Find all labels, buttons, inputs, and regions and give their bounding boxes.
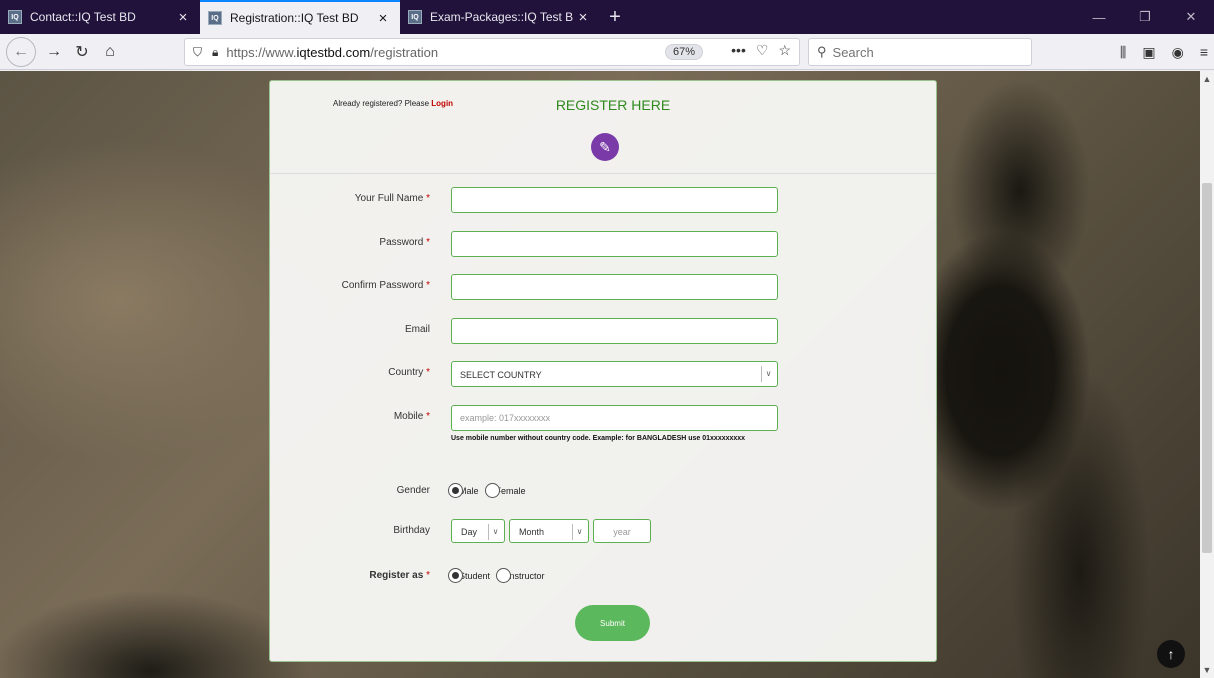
gender-row: Gender Male Female [270, 479, 936, 505]
home-button-icon[interactable]: ⌂ [96, 38, 124, 66]
birthday-label: Birthday [393, 525, 430, 536]
role-student-radio[interactable] [448, 568, 463, 583]
toolbar-right: ⫼ ▣ ◉ ≡ [1120, 38, 1208, 66]
sidebar-icon[interactable]: ▣ [1142, 44, 1155, 61]
url-bar[interactable]: ⛉ 🔒︎ https://www. iqtestbd.com/registrati… [184, 38, 800, 66]
country-value: SELECT COUNTRY [460, 370, 542, 380]
edit-icon: ✎ [591, 133, 619, 161]
email-field[interactable] [451, 318, 778, 344]
tab-contact[interactable]: IQ Contact::IQ Test BD × [0, 0, 200, 34]
library-icon[interactable]: ⫼ [1120, 44, 1126, 61]
page-title: REGISTER HERE [555, 97, 671, 113]
submit-button[interactable]: Submit [575, 605, 650, 641]
role-instructor-radio[interactable] [496, 568, 512, 583]
reload-button-icon[interactable]: ↻ [68, 38, 96, 66]
account-icon[interactable]: ◉ [1172, 44, 1184, 61]
confirm-password-row: Confirm Password * [270, 274, 936, 300]
register-as-label: Register as * [369, 570, 430, 581]
chevron-down-icon: ∨ [761, 366, 775, 382]
mobile-hint: Use mobile number without country code. … [451, 435, 746, 442]
scroll-to-top-button[interactable]: ↑ [1157, 640, 1185, 668]
country-select[interactable]: SELECT COUNTRY ∨ [451, 361, 778, 387]
site-favicon-icon: IQ [8, 10, 22, 24]
day-value: Day [461, 527, 478, 537]
password-label: Password * [379, 237, 430, 248]
chevron-down-icon: ∨ [572, 524, 586, 540]
tab-bar: IQ Contact::IQ Test BD × IQ Registration… [0, 0, 1214, 34]
scroll-down-icon[interactable]: ▼ [1200, 665, 1214, 675]
email-label: Email [404, 324, 430, 335]
gender-label: Gender [396, 485, 430, 496]
registration-card: Already registered? Please Login REGISTE… [269, 80, 937, 662]
restore-icon[interactable]: ❐ [1122, 0, 1168, 34]
page-scrollbar[interactable]: ▲ ▼ [1200, 71, 1214, 678]
gender-male-radio[interactable] [448, 483, 463, 498]
search-icon: ⚲ [817, 44, 827, 59]
shield-icon[interactable]: ⛉ [193, 45, 202, 60]
site-favicon-icon: IQ [408, 10, 422, 24]
scroll-up-icon[interactable]: ▲ [1200, 74, 1214, 84]
year-field[interactable]: year [593, 519, 651, 543]
pocket-icon[interactable]: ♡ [756, 42, 769, 59]
mobile-label: Mobile * [393, 411, 430, 422]
page-actions-icon[interactable]: ••• [731, 42, 746, 59]
mobile-field[interactable]: example: 017xxxxxxxx [451, 405, 778, 431]
register-as-row: Register as * Student Instructor [270, 564, 936, 590]
menu-icon[interactable]: ≡ [1200, 44, 1208, 60]
full-name-row: Your Full Name * [270, 187, 936, 213]
password-field[interactable] [451, 231, 778, 257]
lock-icon[interactable]: 🔒︎ [212, 45, 218, 60]
scrollbar-thumb[interactable] [1202, 183, 1212, 553]
day-select[interactable]: Day ∨ [451, 519, 505, 543]
minimize-icon[interactable]: — [1076, 0, 1122, 34]
full-name-field[interactable] [451, 187, 778, 213]
gender-options: Male Female [448, 483, 532, 498]
url-path: /registration [370, 44, 439, 60]
country-row: Country * SELECT COUNTRY ∨ [270, 361, 936, 387]
month-select[interactable]: Month ∨ [509, 519, 589, 543]
chevron-down-icon: ∨ [488, 524, 502, 540]
confirm-password-field[interactable] [451, 274, 778, 300]
close-tab-icon[interactable]: × [174, 9, 192, 26]
country-label: Country * [388, 367, 430, 378]
forward-button-icon[interactable]: → [40, 38, 68, 66]
role-instructor-label: Instructor [507, 570, 545, 581]
email-row: Email [270, 318, 936, 344]
confirm-password-label: Confirm Password * [341, 280, 430, 291]
tab-registration[interactable]: IQ Registration::IQ Test BD × [200, 0, 400, 34]
close-window-icon[interactable]: ✕ [1168, 0, 1214, 34]
search-placeholder: Search [832, 44, 874, 60]
tab-exam-packages[interactable]: IQ Exam-Packages::IQ Test BD × [400, 0, 600, 34]
zoom-indicator[interactable]: 67% [665, 44, 704, 60]
tab-title: Exam-Packages::IQ Test BD [430, 10, 574, 24]
gender-female-radio[interactable] [484, 483, 500, 498]
tab-title: Contact::IQ Test BD [30, 10, 136, 24]
url-prefix: https://www. [226, 44, 297, 60]
month-value: Month [519, 527, 545, 537]
role-options: Student Instructor [448, 568, 551, 583]
mobile-row: Mobile * example: 017xxxxxxxx Use mobile… [270, 405, 936, 442]
role-student-label: Student [459, 570, 491, 581]
back-button-icon[interactable]: ← [6, 36, 36, 67]
gender-female-label: Female [495, 485, 526, 496]
birthday-row: Birthday Day ∨ Month ∨ year [270, 519, 936, 545]
page-viewport: Already registered? Please Login REGISTE… [0, 71, 1200, 678]
url-domain: iqtestbd.com [296, 44, 371, 60]
new-tab-button[interactable]: + [600, 0, 630, 34]
window-controls: — ❐ ✕ [1076, 0, 1214, 34]
full-name-label: Your Full Name * [354, 193, 430, 204]
url-actions: ••• ♡ ☆ [731, 42, 791, 59]
bookmark-star-icon[interactable]: ☆ [778, 42, 791, 59]
close-tab-icon[interactable]: × [574, 9, 592, 26]
search-input[interactable]: ⚲ Search [808, 38, 1032, 66]
password-row: Password * [270, 231, 936, 257]
card-header: Already registered? Please Login REGISTE… [270, 81, 936, 174]
site-favicon-icon: IQ [208, 11, 222, 25]
tab-title: Registration::IQ Test BD [230, 11, 359, 25]
close-tab-icon[interactable]: × [374, 10, 392, 27]
